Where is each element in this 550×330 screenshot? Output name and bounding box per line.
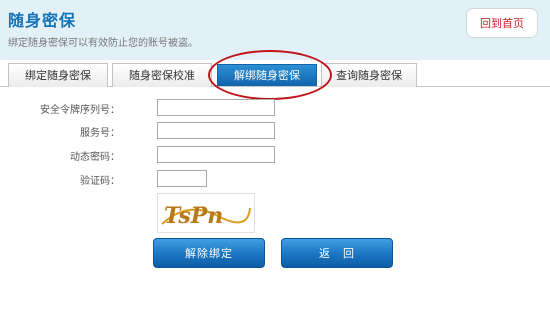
dynamic-password-input[interactable]: [157, 146, 275, 163]
captcha-graphic: TsPn: [161, 203, 251, 229]
page-title: 随身密保: [8, 11, 77, 30]
server-input[interactable]: [157, 122, 275, 139]
back-button[interactable]: 返 回: [281, 238, 393, 268]
unbind-button[interactable]: 解除绑定: [153, 238, 265, 268]
tab-query-token[interactable]: 查询随身密保: [321, 63, 417, 87]
captcha-label: 验证码：: [80, 176, 120, 187]
tab-calibrate-token[interactable]: 随身密保校准: [112, 63, 212, 87]
captcha-text: TsPn: [164, 203, 223, 229]
token-serial-input[interactable]: [157, 99, 275, 116]
token-serial-label: 安全令牌序列号：: [40, 105, 120, 116]
server-label: 服务号：: [80, 128, 120, 139]
home-button[interactable]: 回到首页: [466, 8, 538, 38]
captcha-input[interactable]: [157, 170, 207, 187]
page-subtitle: 绑定随身密保可以有效防止您的账号被盗。: [8, 38, 198, 49]
highlight-circle: [208, 50, 332, 100]
dynamic-password-label: 动态密码：: [70, 152, 120, 163]
captcha-image[interactable]: TsPn: [157, 193, 255, 233]
tab-bind-token[interactable]: 绑定随身密保: [8, 63, 108, 87]
